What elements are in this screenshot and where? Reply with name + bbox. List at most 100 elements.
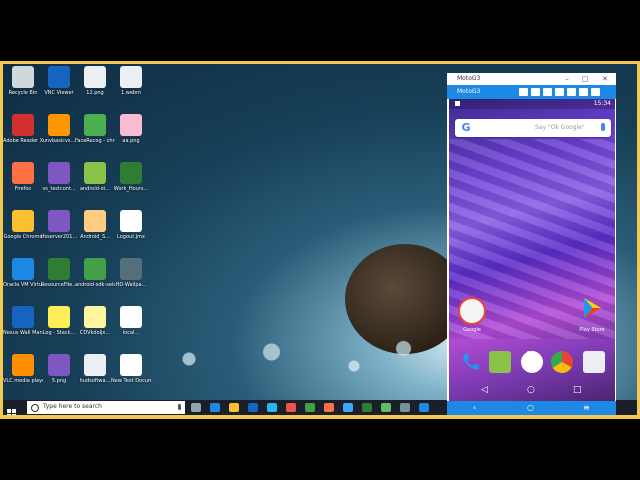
- desktop-icon[interactable]: tfsserver201...: [39, 210, 79, 240]
- app-drawer-icon[interactable]: [521, 351, 543, 373]
- phone-icon[interactable]: [459, 351, 481, 373]
- desktop-icon[interactable]: CDVkdoljx...: [75, 306, 115, 336]
- taskbar-search-box[interactable]: Type here to search: [27, 401, 185, 414]
- desktop-icon[interactable]: Recycle Bin: [3, 66, 43, 96]
- outlook-icon[interactable]: [248, 403, 258, 412]
- desktop-icon[interactable]: 12.png: [75, 66, 115, 96]
- home-icon[interactable]: ○: [527, 385, 535, 395]
- desktop-icon-image: [48, 306, 70, 328]
- camera-app-icon[interactable]: [583, 351, 605, 373]
- google-search-bar[interactable]: G Say "Ok Google": [455, 119, 611, 137]
- emu-back-icon[interactable]: ‹: [473, 403, 476, 412]
- desktop-icon-image: [48, 258, 70, 280]
- emu-home-icon[interactable]: ○: [527, 403, 534, 412]
- desktop-icon-label: android-st...: [79, 186, 111, 192]
- desktop-icon-label: HD-Wallpa...: [115, 282, 147, 288]
- desktop-icon-label: android-sdk-selector: [75, 282, 115, 288]
- recents-icon[interactable]: □: [573, 385, 582, 395]
- android-studio-icon[interactable]: [381, 403, 391, 412]
- desktop-icon[interactable]: 5.png: [39, 354, 79, 384]
- fullscreen-icon[interactable]: [531, 88, 540, 96]
- desktop-icon[interactable]: Nexus Wall Manager: [3, 306, 43, 336]
- desktop-icon-label: hudsoftwa...: [79, 378, 111, 384]
- desktop-icon-label: Google Chrome: [3, 234, 43, 240]
- chrome-icon[interactable]: [305, 403, 315, 412]
- desktop-icon-label: FaceRecog - chrome: [75, 138, 115, 144]
- desktop-icon-image: [48, 162, 70, 184]
- ie-icon[interactable]: [267, 403, 277, 412]
- desktop-icon-label: New Text Document...: [111, 378, 151, 384]
- minimize-icon[interactable]: –: [563, 75, 571, 83]
- desktop-icon-label: 5.png: [51, 378, 67, 384]
- desktop-icon[interactable]: Firefox: [3, 162, 43, 192]
- chrome-icon[interactable]: [551, 351, 573, 373]
- android-screen[interactable]: 15:34 G Say "Ok Google" Google Play Stor…: [449, 99, 615, 401]
- voice-search-icon[interactable]: [601, 123, 605, 131]
- desktop-icon[interactable]: Android_S...: [75, 210, 115, 240]
- ie-browser-icon[interactable]: [343, 403, 353, 412]
- desktop-icon[interactable]: VLC media player: [3, 354, 43, 384]
- desktop-icon-label: Oracle VM VirtualBox: [3, 282, 43, 288]
- back-icon[interactable]: ◁: [481, 385, 488, 395]
- emulator-window: MotoG3 – □ ✕ MotoG3 15:34 G Say "Ok Goog…: [447, 73, 616, 415]
- desktop-icon[interactable]: ResourceFile...: [39, 258, 79, 288]
- desktop-icon[interactable]: 1.webm: [111, 66, 151, 96]
- google-app[interactable]: Google: [455, 297, 489, 333]
- desktop-icon[interactable]: unvbasicvs...: [39, 114, 79, 144]
- app-icon[interactable]: [419, 403, 429, 412]
- rotate-icon[interactable]: [519, 88, 528, 96]
- start-button[interactable]: [7, 403, 16, 415]
- edge-browser-icon[interactable]: [210, 403, 220, 412]
- firefox-icon[interactable]: [324, 403, 334, 412]
- desktop-icon[interactable]: Work_Hours...: [111, 162, 151, 192]
- desktop-icon-label: 1.webm: [121, 90, 141, 96]
- desktop-icon[interactable]: Oracle VM VirtualBox: [3, 258, 43, 288]
- desktop-icon[interactable]: android-st...: [75, 162, 115, 192]
- task-view-icon[interactable]: [191, 403, 201, 412]
- play-store-app[interactable]: Play Store: [575, 295, 609, 333]
- desktop-icon[interactable]: local...: [111, 306, 151, 336]
- record-icon[interactable]: [567, 88, 576, 96]
- desktop-icon-label: Log - Stack...: [42, 330, 76, 336]
- desktop-icon-image: [84, 210, 106, 232]
- play-store-label: Play Store: [579, 327, 605, 333]
- messages-icon[interactable]: [489, 351, 511, 373]
- desktop-icon-image: [120, 162, 142, 184]
- desktop-icon[interactable]: New Text Document...: [111, 354, 151, 384]
- android-nav-bar: ◁ ○ □: [449, 379, 615, 401]
- desktop-icon[interactable]: HD-Wallpa...: [111, 258, 151, 288]
- desktop-icon-image: [12, 162, 34, 184]
- desktop-icon-label: Adobe Reader XI: [3, 138, 43, 144]
- microphone-icon[interactable]: [178, 404, 181, 410]
- file-explorer-icon[interactable]: [229, 403, 239, 412]
- monitor-icon[interactable]: [400, 403, 410, 412]
- desktop-icon-label: Recycle Bin: [8, 90, 38, 96]
- screenshot-icon[interactable]: [555, 88, 564, 96]
- desktop-icon[interactable]: android-sdk-selector: [75, 258, 115, 288]
- desktop-icon[interactable]: VNC Viewer: [39, 66, 79, 96]
- camera-icon[interactable]: [543, 88, 552, 96]
- desktop-icon[interactable]: vs_testcont...: [39, 162, 79, 192]
- desktop-icon[interactable]: Logout.jmx: [111, 210, 151, 240]
- desktop-icon[interactable]: FaceRecog - chrome: [75, 114, 115, 144]
- desktop-icon-label: unvbasicvs...: [42, 138, 76, 144]
- desktop-icon[interactable]: Adobe Reader XI: [3, 114, 43, 144]
- wallpaper-droplets: [123, 324, 453, 394]
- desktop-icon[interactable]: Log - Stack...: [39, 306, 79, 336]
- close-icon[interactable]: ✕: [601, 75, 609, 83]
- desktop-icon-image: [48, 114, 70, 136]
- excel-icon[interactable]: [362, 403, 372, 412]
- search-hint: Say "Ok Google": [535, 124, 585, 131]
- snipping-tool-icon[interactable]: [286, 403, 296, 412]
- desktop-icon[interactable]: Google Chrome: [3, 210, 43, 240]
- desktop-icon[interactable]: aa.png: [111, 114, 151, 144]
- status-bar: 15:34: [449, 99, 615, 109]
- settings-icon[interactable]: [591, 88, 600, 96]
- emulator-toolbar-title: MotoG3: [457, 88, 481, 95]
- desktop-icon[interactable]: hudsoftwa...: [75, 354, 115, 384]
- emulator-titlebar: MotoG3 – □ ✕: [447, 73, 616, 85]
- refresh-icon[interactable]: [579, 88, 588, 96]
- maximize-icon[interactable]: □: [581, 75, 589, 83]
- emu-menu-icon[interactable]: ≡: [583, 403, 590, 412]
- desktop-icon-label: aa.png: [122, 138, 140, 144]
